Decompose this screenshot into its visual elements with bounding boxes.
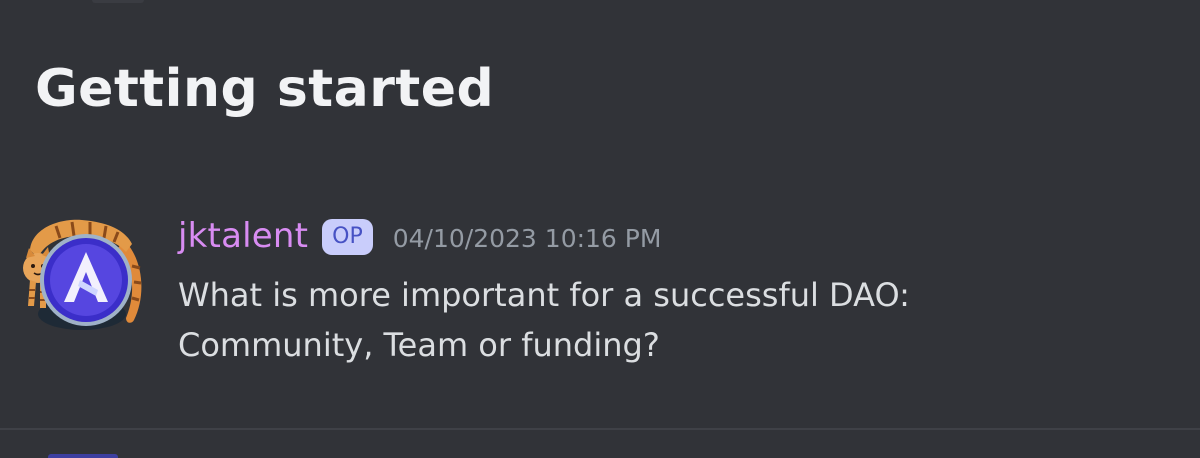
op-badge: OP bbox=[322, 219, 373, 255]
message-content: What is more important for a successful … bbox=[178, 270, 1178, 370]
message[interactable]: jktalent OP 04/10/2023 10:16 PM What is … bbox=[0, 196, 1200, 396]
previous-element-edge bbox=[92, 0, 144, 3]
message-line: What is more important for a successful … bbox=[178, 276, 910, 314]
cat-with-letter-a-logo-icon bbox=[23, 219, 142, 330]
thread-title: Getting started bbox=[35, 59, 495, 119]
next-element-edge bbox=[48, 454, 118, 458]
divider bbox=[0, 428, 1200, 430]
avatar[interactable] bbox=[20, 210, 144, 338]
message-timestamp: 04/10/2023 10:16 PM bbox=[392, 223, 662, 253]
message-line: Community, Team or funding? bbox=[178, 326, 660, 364]
username[interactable]: jktalent bbox=[178, 216, 308, 256]
message-header: jktalent OP 04/10/2023 10:16 PM bbox=[178, 210, 661, 262]
